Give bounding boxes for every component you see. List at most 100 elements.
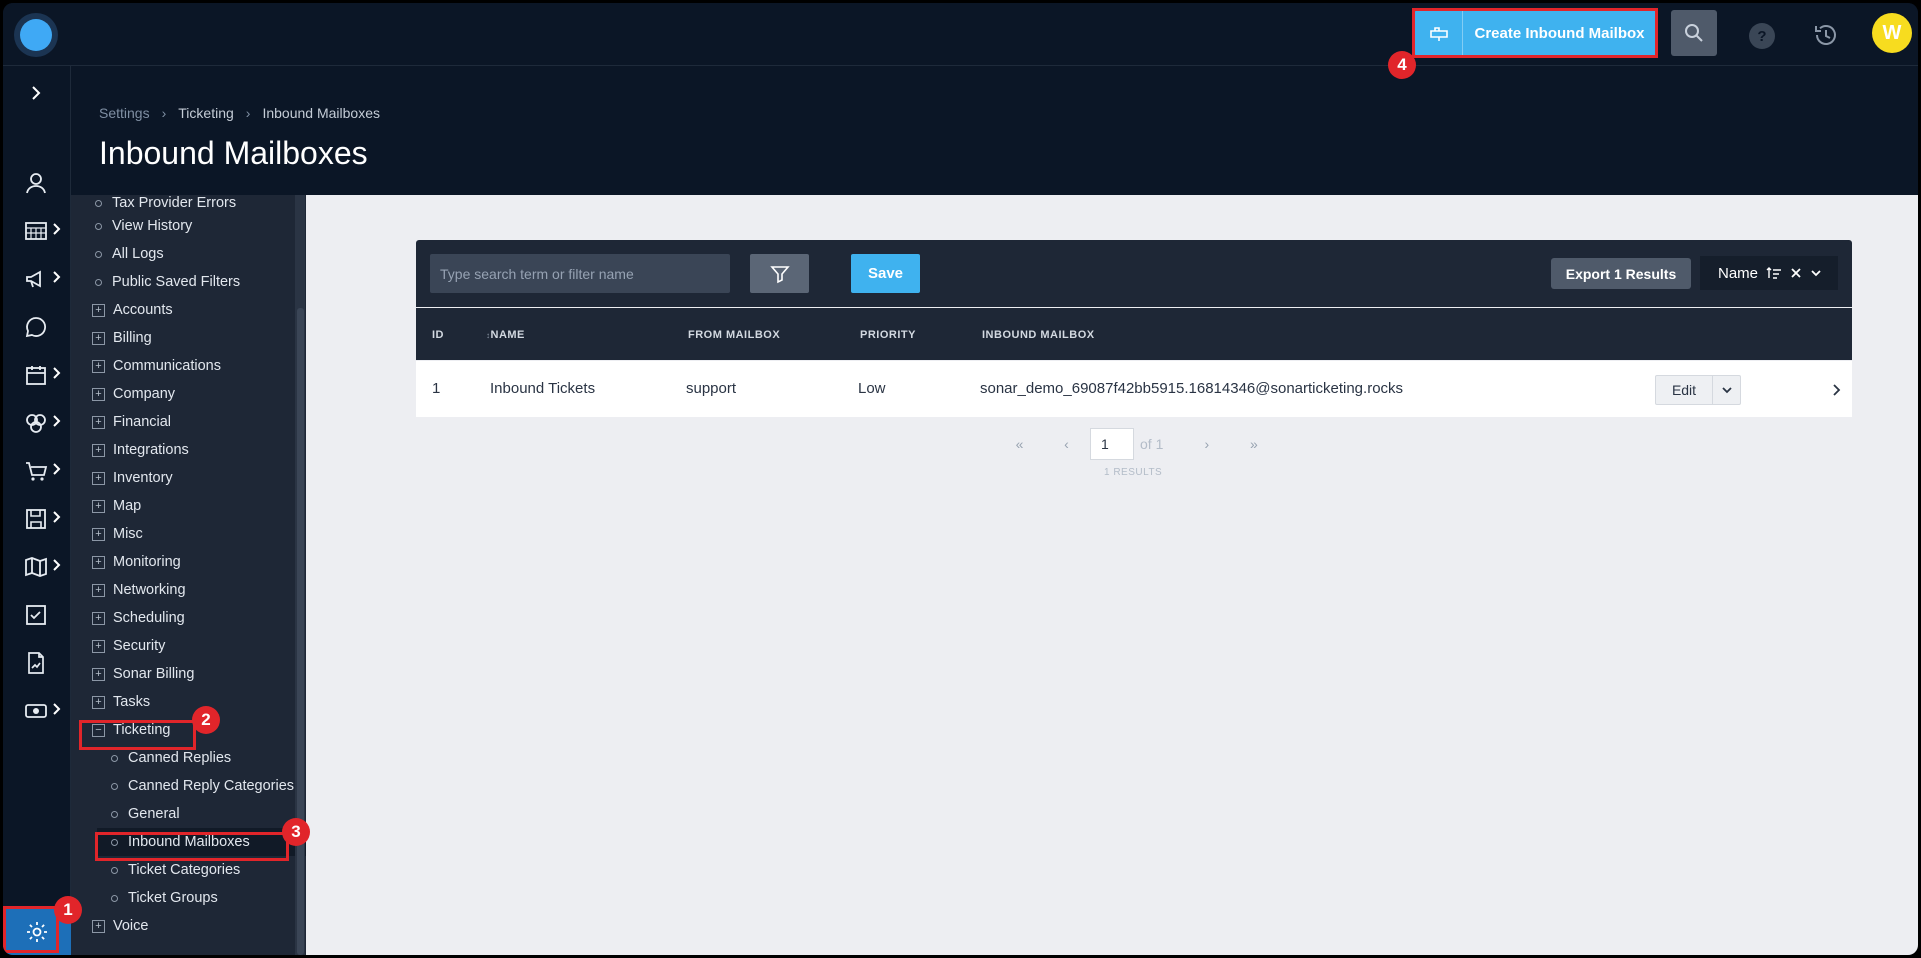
tree-item-label: Ticket Groups	[128, 890, 218, 906]
expand-plus-icon: +	[92, 387, 105, 401]
annotation-box-4	[1412, 8, 1658, 58]
chevron-right-icon	[53, 463, 61, 475]
column-header-id[interactable]: ID	[432, 329, 444, 341]
first-page-button[interactable]: «	[996, 436, 1043, 452]
sort-selector[interactable]: Name	[1700, 256, 1838, 290]
rail-network[interactable]	[3, 404, 71, 440]
save-disk-icon	[26, 509, 46, 529]
column-header-from-mailbox[interactable]: FROM MAILBOX	[688, 329, 780, 341]
tree-section-label: Integrations	[113, 442, 189, 458]
rail-expand[interactable]	[3, 76, 71, 112]
app-window: Create Inbound Mailbox ? W Settings › Ti…	[3, 3, 1918, 955]
search-input[interactable]	[430, 254, 730, 293]
edit-button[interactable]: Edit	[1656, 376, 1713, 404]
column-header-name-label: NAME	[490, 329, 525, 341]
chevron-right-icon	[53, 559, 61, 571]
chevron-right-icon	[53, 271, 61, 283]
expand-plus-icon: +	[92, 583, 105, 597]
app-logo[interactable]	[14, 13, 58, 57]
annotation-box-2	[79, 720, 196, 750]
breadcrumb-separator: ›	[161, 105, 167, 121]
table-row[interactable]: 1 Inbound Tickets support Low sonar_demo…	[416, 361, 1852, 417]
rail-scheduling[interactable]	[3, 356, 71, 392]
pagination: « ‹ of 1 › »	[996, 428, 1277, 460]
chevron-right-icon	[53, 511, 61, 523]
help-icon[interactable]: ?	[1749, 23, 1775, 49]
column-header-priority[interactable]: PRIORITY	[860, 329, 916, 341]
expand-plus-icon: +	[92, 303, 105, 317]
save-button[interactable]: Save	[851, 254, 920, 293]
expand-plus-icon: +	[92, 611, 105, 625]
rail-inventory[interactable]	[3, 452, 71, 488]
row-action-group: Edit	[1655, 375, 1741, 405]
expand-plus-icon: +	[92, 415, 105, 429]
page-number-input[interactable]	[1090, 428, 1134, 460]
left-rail	[3, 66, 71, 955]
tree-item-label: Ticket Categories	[128, 862, 241, 878]
rail-checklist[interactable]	[3, 596, 71, 632]
tree-section-label: Communications	[113, 358, 221, 374]
cash-icon	[25, 704, 47, 718]
tree-section-label: Billing	[113, 330, 152, 346]
expand-plus-icon: +	[92, 527, 105, 541]
cell-inbound-mailbox: sonar_demo_69087f42bb5915.16814346@sonar…	[980, 380, 1404, 397]
row-expand-chevron-icon[interactable]	[1832, 383, 1842, 397]
expand-plus-icon: +	[92, 331, 105, 345]
checkbox-icon	[26, 605, 46, 625]
next-page-button[interactable]: ›	[1183, 436, 1230, 452]
rail-people[interactable]	[3, 164, 71, 200]
rail-campaigns[interactable]	[3, 260, 71, 296]
tree-scrollbar-thumb[interactable]	[297, 308, 304, 955]
expand-plus-icon: +	[92, 695, 105, 709]
row-actions-dropdown[interactable]	[1713, 376, 1740, 404]
tree-section-label: Tasks	[113, 694, 151, 710]
annotation-badge-4: 4	[1388, 51, 1416, 79]
export-results-button[interactable]: Export 1 Results	[1551, 258, 1691, 289]
breadcrumb-separator: ›	[245, 105, 251, 121]
column-header-inbound-mailbox[interactable]: INBOUND MAILBOX	[982, 329, 1095, 341]
cell-name: Inbound Tickets	[490, 380, 596, 397]
prev-page-button[interactable]: ‹	[1043, 436, 1090, 452]
sort-field-label: Name	[1718, 264, 1759, 282]
tree-dot-icon	[111, 810, 118, 818]
rail-messages[interactable]	[3, 308, 71, 344]
filter-icon	[769, 265, 790, 283]
chevron-down-icon	[1721, 387, 1732, 394]
rail-map[interactable]	[3, 548, 71, 584]
rail-cash[interactable]	[3, 692, 71, 728]
tree-dot-icon	[95, 222, 102, 230]
user-avatar[interactable]: W	[1872, 13, 1912, 53]
tree-section-label: Financial	[113, 414, 172, 430]
calendar-grid-icon	[25, 222, 47, 240]
breadcrumb-settings[interactable]: Settings	[99, 105, 150, 121]
chat-bubble-icon	[25, 317, 47, 338]
annotation-badge-2: 2	[192, 706, 220, 734]
breadcrumb-ticketing[interactable]: Ticketing	[178, 105, 234, 121]
tree-section-label: Company	[113, 386, 176, 402]
expand-plus-icon: +	[92, 471, 105, 485]
tree-dot-icon	[111, 754, 118, 762]
close-icon[interactable]	[1790, 267, 1802, 279]
tree-section-label: Scheduling	[113, 610, 185, 626]
cell-priority: Low	[858, 380, 886, 397]
tree-section-label: Map	[113, 498, 142, 514]
column-header-name[interactable]: ↕NAME	[486, 329, 525, 341]
tree-section-label: Networking	[113, 582, 186, 598]
annotation-box-3	[95, 832, 289, 861]
rail-tasks[interactable]	[3, 500, 71, 536]
rail-billing[interactable]	[3, 212, 71, 248]
rail-reports[interactable]	[3, 644, 71, 680]
last-page-button[interactable]: »	[1230, 436, 1277, 452]
history-icon[interactable]	[1811, 20, 1841, 55]
tree-item-label: General	[128, 806, 180, 822]
cell-from-mailbox: support	[686, 380, 737, 397]
map-icon	[25, 557, 47, 577]
tree-item-label: Public Saved Filters	[112, 274, 241, 290]
tree-item-label: All Logs	[112, 246, 164, 262]
filter-button[interactable]	[750, 254, 809, 293]
sort-ascending-icon[interactable]	[1766, 266, 1782, 280]
tree-section-label: Security	[113, 638, 166, 654]
chevron-down-icon[interactable]	[1810, 268, 1822, 278]
annotation-box-1	[3, 906, 59, 953]
global-search-button[interactable]	[1671, 10, 1717, 56]
